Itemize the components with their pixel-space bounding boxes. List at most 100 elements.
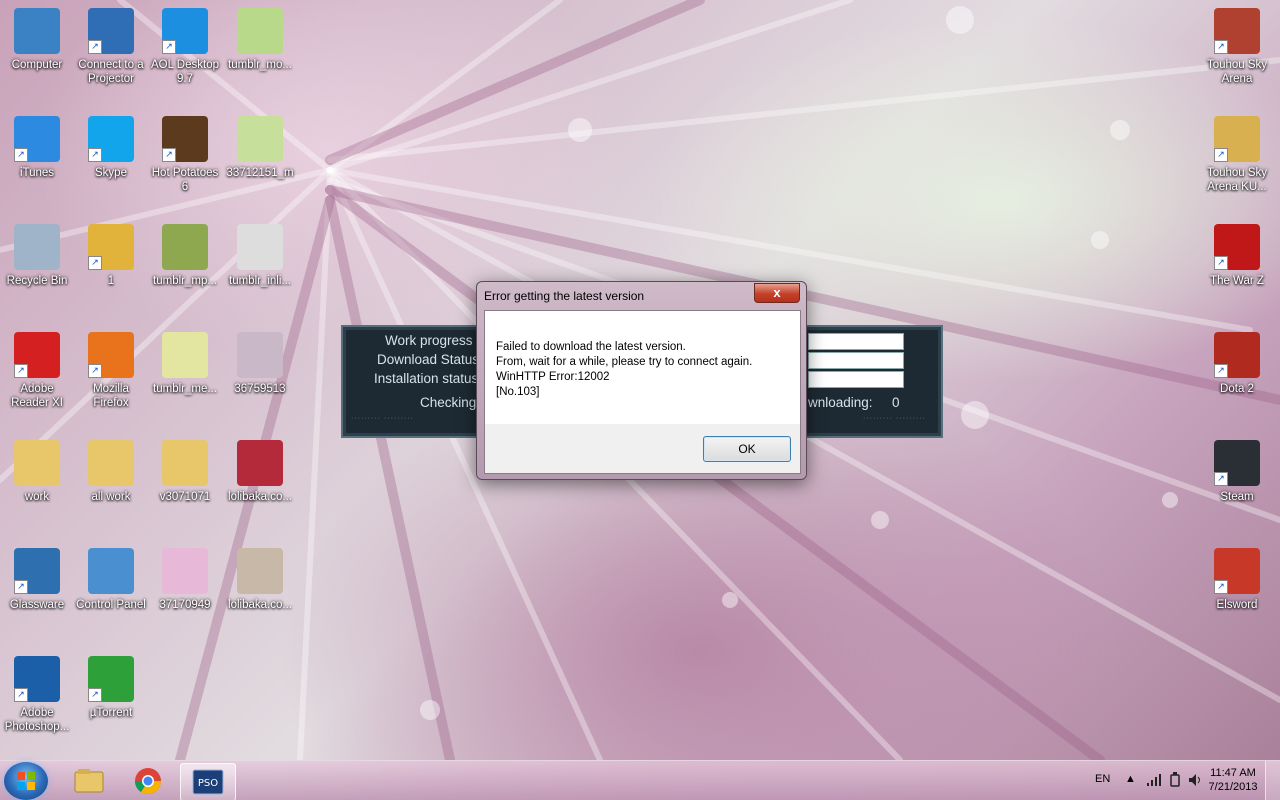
desktop-icon[interactable]: Recycle Bin	[0, 224, 74, 288]
dialog-content: Failed to download the latest version. F…	[484, 310, 801, 474]
show-hidden-icons-icon[interactable]: ▲	[1125, 773, 1136, 785]
desktop-icon[interactable]: Computer	[0, 8, 74, 72]
desktop-icon[interactable]: v3071071	[148, 440, 222, 504]
desktop-icon[interactable]: tumblr_inli...	[223, 224, 297, 288]
image-thumbnail-icon	[237, 548, 283, 594]
desktop-icon[interactable]: ↗ AOL Desktop 9.7	[148, 8, 222, 86]
work-progress-label: Work progress	[385, 333, 473, 348]
desktop-icon[interactable]: ↗ Adobe Photoshop...	[0, 656, 74, 734]
desktop-icon[interactable]: ↗ Mozilla Firefox	[74, 332, 148, 410]
desktop-icon[interactable]: ↗ The War Z	[1200, 224, 1274, 288]
desktop-icon[interactable]: ↗ Steam	[1200, 440, 1274, 504]
desktop-icon[interactable]: work	[0, 440, 74, 504]
desktop-icon[interactable]: ↗ Hot Potatoes 6	[148, 116, 222, 194]
close-icon: x	[773, 285, 781, 300]
the-war-z-icon: ↗	[1214, 224, 1260, 270]
image-thumbnail-icon	[237, 332, 283, 378]
power-icon[interactable]	[1168, 772, 1182, 788]
shortcut-arrow-icon: ↗	[162, 148, 176, 162]
desktop-icon-label: Hot Potatoes 6	[151, 167, 219, 193]
shortcut-arrow-icon: ↗	[88, 148, 102, 162]
shortcut-arrow-icon: ↗	[14, 580, 28, 594]
desktop-icon-label: Steam	[1220, 491, 1254, 503]
desktop-icon[interactable]: ↗ Skype	[74, 116, 148, 180]
windows-logo-icon	[17, 772, 35, 790]
checking-label: Checking	[420, 395, 477, 410]
network-signal-icon[interactable]	[1146, 773, 1162, 787]
folder-icon	[14, 440, 60, 486]
desktop-icon[interactable]: ↗ 1	[74, 224, 148, 288]
desktop-icon[interactable]: ↗ Elsword	[1200, 548, 1274, 612]
download-status-label: Download Status	[377, 352, 480, 367]
ok-button[interactable]: OK	[703, 436, 791, 462]
launcher-decoration-right: ········· ·········	[863, 415, 926, 422]
close-button[interactable]: x	[754, 283, 800, 303]
desktop-icon[interactable]: ↗ Dota 2	[1200, 332, 1274, 396]
adobe-reader-icon: ↗	[14, 332, 60, 378]
message-line: [No.103]	[496, 386, 540, 398]
downloading-value: 0	[892, 395, 900, 410]
desktop-icon-label: iTunes	[19, 167, 55, 179]
desktop-icon[interactable]: 37170949	[148, 548, 222, 612]
download-status-bar	[808, 352, 904, 369]
skype-icon: ↗	[88, 116, 134, 162]
show-desktop-button[interactable]	[1265, 761, 1280, 800]
desktop-icon[interactable]: ↗ µTorrent	[74, 656, 148, 720]
desktop-icon[interactable]: ↗ Touhou Sky Arena KU...	[1200, 116, 1274, 194]
touhou-sky-arena-ku-icon: ↗	[1214, 116, 1260, 162]
image-thumbnail-icon	[237, 224, 283, 270]
volume-icon[interactable]	[1188, 773, 1202, 787]
photoshop-icon: ↗	[14, 656, 60, 702]
desktop-icon[interactable]: all work	[74, 440, 148, 504]
desktop-icon-label: tumblr_mo...	[228, 59, 292, 71]
language-indicator[interactable]: EN	[1095, 773, 1110, 785]
touhou-sky-arena-icon: ↗	[1214, 8, 1260, 54]
start-button[interactable]	[4, 762, 48, 800]
shortcut-arrow-icon: ↗	[88, 40, 102, 54]
utorrent-icon: ↗	[88, 656, 134, 702]
desktop-icon[interactable]: Control Panel	[74, 548, 148, 612]
desktop-icon[interactable]: ↗ Connect to a Projector	[74, 8, 148, 86]
taskbar-explorer-button[interactable]	[62, 763, 116, 799]
desktop-icon-label: v3071071	[159, 491, 211, 503]
shortcut-arrow-icon: ↗	[14, 148, 28, 162]
desktop-icon-label: tumblr_mp...	[153, 275, 217, 287]
taskbar-pso2-button[interactable]: PSO	[180, 763, 236, 800]
desktop-icon[interactable]: tumblr_me...	[148, 332, 222, 396]
desktop-icon-label: AOL Desktop 9.7	[151, 59, 219, 85]
folder-icon	[88, 440, 134, 486]
dialog-title: Error getting the latest version	[484, 289, 645, 303]
shortcut-arrow-icon: ↗	[1214, 472, 1228, 486]
desktop-icon-label: µTorrent	[89, 707, 133, 719]
image-thumbnail-icon	[237, 116, 283, 162]
desktop-icon[interactable]: ↗ Touhou Sky Arena	[1200, 8, 1274, 86]
shortcut-arrow-icon: ↗	[1214, 580, 1228, 594]
desktop-icon[interactable]: tumblr_mp...	[148, 224, 222, 288]
taskbar-chrome-button[interactable]	[121, 763, 175, 799]
glassware-icon: ↗	[14, 548, 60, 594]
desktop-icon-label: Touhou Sky Arena	[1206, 59, 1268, 85]
launcher-decoration-left: ········· ·········	[351, 415, 414, 422]
desktop-icon[interactable]: 36759513	[223, 332, 297, 396]
shortcut-arrow-icon: ↗	[88, 688, 102, 702]
desktop-icon[interactable]: lolibaka.co...	[223, 440, 297, 504]
desktop-icon[interactable]: lolibaka.co...	[223, 548, 297, 612]
desktop-icon[interactable]: ↗ iTunes	[0, 116, 74, 180]
message-area: Failed to download the latest version. F…	[485, 311, 800, 424]
image-thumbnail-icon	[162, 224, 208, 270]
svg-text:PSO: PSO	[198, 778, 218, 789]
desktop-icon-label: lolibaka.co...	[228, 491, 292, 503]
desktop-icon[interactable]: tumblr_mo...	[223, 8, 297, 72]
desktop-icon-label: 1	[107, 275, 115, 287]
dota2-icon: ↗	[1214, 332, 1260, 378]
desktop-icon-label: 36759513	[234, 383, 286, 395]
clock-time: 11:47 AM	[1210, 767, 1256, 779]
clock[interactable]: 11:47 AM 7/21/2013	[1204, 767, 1262, 793]
desktop-icon[interactable]: 33712151_m	[223, 116, 297, 180]
desktop-icon[interactable]: ↗ Adobe Reader XI	[0, 332, 74, 410]
desktop-icon-label: Skype	[95, 167, 127, 179]
image-thumbnail-icon	[162, 548, 208, 594]
taskbar: PSO EN ▲ 11:47 AM 7/21/2013	[0, 760, 1280, 800]
desktop-icon-label: The War Z	[1210, 275, 1264, 287]
desktop-icon[interactable]: ↗ Glassware	[0, 548, 74, 612]
